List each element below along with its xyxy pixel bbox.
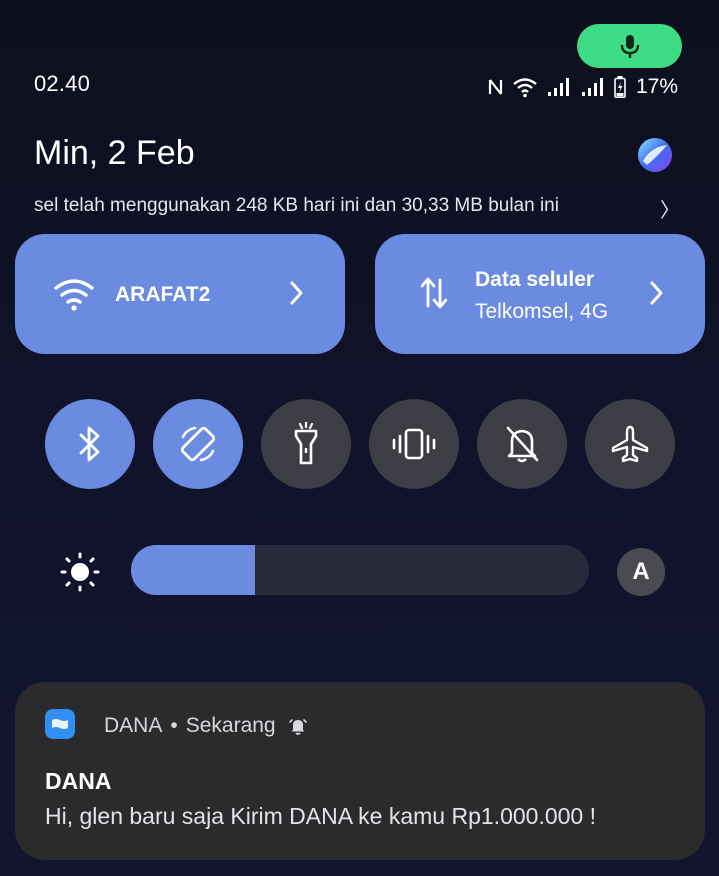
alert-bell-icon (288, 719, 307, 735)
mobile-data-tile[interactable]: Data seluler Telkomsel, 4G (375, 234, 705, 354)
notification-card[interactable]: DANA • Sekarang DANA Hi, glen baru saja … (15, 682, 705, 860)
rotate-icon (180, 426, 216, 462)
mobile-data-label: Data seluler (475, 268, 595, 291)
airplane-mode-toggle[interactable] (585, 399, 675, 489)
chevron-right-icon[interactable] (649, 280, 665, 306)
notification-time: Sekarang (185, 714, 276, 737)
brightness-slider-fill[interactable] (131, 545, 255, 595)
brightness-slider[interactable] (131, 545, 589, 595)
data-transfer-icon (421, 277, 447, 309)
microphone-icon (620, 35, 639, 58)
data-usage-text[interactable]: sel telah menggunakan 248 KB hari ini da… (34, 195, 634, 217)
dana-logo-icon (52, 719, 68, 729)
notification-title: DANA (45, 768, 112, 794)
auto-rotate-toggle[interactable] (153, 399, 243, 489)
airplane-icon (611, 425, 649, 463)
notification-header: DANA • Sekarang (104, 714, 308, 738)
wifi-network-name: ARAFAT2 (115, 283, 211, 306)
nfc-icon (488, 79, 503, 95)
signal-icon (582, 78, 603, 96)
chevron-right-icon[interactable]: 〉 (660, 194, 680, 223)
wifi-icon (54, 279, 94, 311)
brightness-sun-icon (60, 552, 100, 592)
flashlight-toggle[interactable] (261, 399, 351, 489)
flashlight-icon (294, 422, 318, 465)
bluetooth-icon (79, 426, 100, 462)
notification-body: Hi, glen baru saja Kirim DANA ke kamu Rp… (45, 803, 596, 829)
auto-brightness-button[interactable]: A (617, 548, 665, 596)
assistant-orb-icon[interactable] (637, 137, 673, 173)
do-not-disturb-toggle[interactable] (477, 399, 567, 489)
wifi-tile[interactable]: ARAFAT2 (15, 234, 345, 354)
date-label[interactable]: Min, 2 Feb (34, 134, 195, 173)
status-time: 02.40 (34, 71, 91, 96)
battery-charging-icon (614, 76, 626, 98)
signal-icon (548, 78, 569, 96)
vibrate-toggle[interactable] (369, 399, 459, 489)
dana-app-icon (45, 709, 75, 739)
battery-percentage: 17% (636, 75, 679, 98)
bluetooth-toggle[interactable] (45, 399, 135, 489)
microphone-in-use-indicator[interactable] (577, 24, 682, 68)
notification-separator: • (170, 714, 178, 737)
chevron-right-icon[interactable] (289, 280, 305, 306)
bell-off-icon (506, 426, 539, 463)
status-icons: 17% (488, 72, 678, 102)
wifi-icon (513, 78, 537, 98)
notification-app-name: DANA (104, 714, 163, 737)
mobile-data-carrier: Telkomsel, 4G (475, 300, 609, 323)
vibrate-icon (392, 428, 436, 460)
